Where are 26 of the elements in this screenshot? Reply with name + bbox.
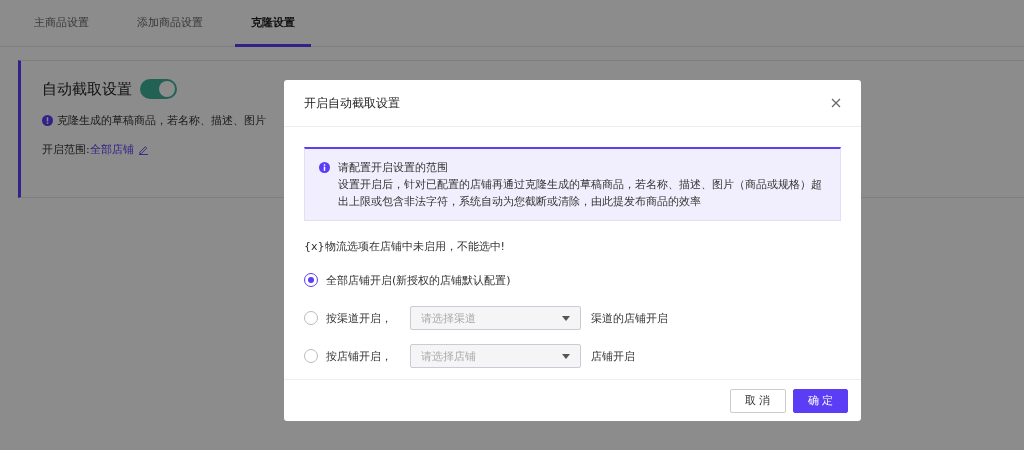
close-button[interactable] (829, 96, 843, 110)
info-icon (319, 162, 330, 173)
option-label: 按店铺开启， (326, 348, 393, 364)
dialog-title: 开启自动截取设置 (304, 94, 400, 112)
tab[interactable]: 克隆设置 (235, 0, 311, 47)
card-title: 自动截取设置 (42, 79, 132, 99)
option-label: 按渠道开启， (326, 310, 393, 326)
select-field[interactable]: 请选择店铺 (410, 344, 581, 368)
cancel-button[interactable]: 取 消 (730, 388, 786, 413)
exclamation-icon (42, 115, 53, 126)
caret-icon (562, 315, 570, 321)
confirm-button[interactable]: 确 定 (792, 388, 848, 413)
notice-text: 克隆生成的草稿商品，若名称、描述、图片 (57, 113, 266, 128)
tab[interactable]: 主商品设置 (18, 0, 105, 47)
tab[interactable]: 添加商品设置 (121, 0, 219, 47)
pencil-icon[interactable] (137, 144, 149, 155)
option-suffix: 店铺开启 (591, 348, 635, 364)
toggle-switch[interactable] (140, 79, 177, 99)
scope-label: 开启范围: (42, 142, 90, 157)
option-label: 全部店铺开启(新授权的店铺默认配置) (326, 272, 511, 288)
select-field[interactable]: 请选择渠道 (410, 306, 581, 330)
caret-icon (562, 353, 570, 359)
option-suffix: 渠道的店铺开启 (591, 310, 668, 326)
alert-title: 请配置开启设置的范围 (338, 160, 449, 176)
alert-text: 设置开启后，针对已配置的店铺再通过克隆生成的草稿商品，若名称、描述、图片（商品或规格）超出上限或包含非法字符，系统自动为您截断或清除，由此提发布商品的效率 (338, 177, 823, 210)
warning-text: {x}物流选项在店铺中未启用，不能选中! (304, 239, 506, 254)
